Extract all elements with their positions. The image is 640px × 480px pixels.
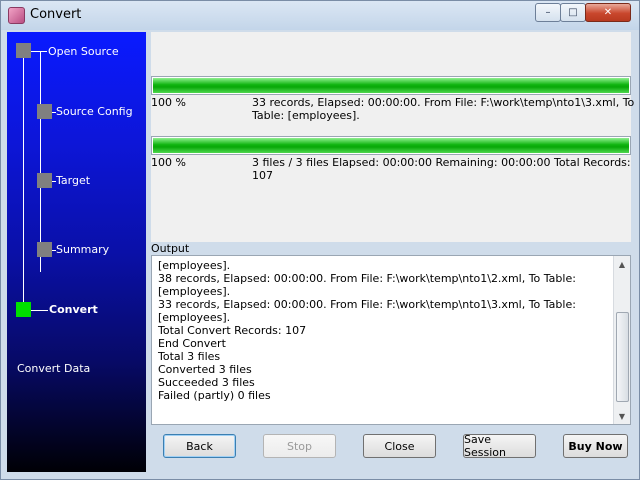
output-line: Failed (partly) 0 files xyxy=(158,389,271,402)
button-bar: Back Stop Close Save Session Buy Now xyxy=(151,426,631,472)
tree-connector xyxy=(31,51,47,52)
back-button[interactable]: Back xyxy=(163,434,236,458)
step-convert-icon xyxy=(16,302,31,317)
tree-connector xyxy=(31,310,48,311)
scroll-up-icon[interactable]: ▲ xyxy=(614,256,630,272)
save-session-button[interactable]: Save Session xyxy=(463,433,536,459)
output-line: End Convert xyxy=(158,337,226,350)
output-line: 33 records, Elapsed: 00:00:00. From File… xyxy=(158,298,576,311)
file-progress-detail-cont: Table: [employees]. xyxy=(252,109,360,122)
maximize-button[interactable]: □ xyxy=(560,3,586,22)
output-log[interactable]: [employees]. 38 records, Elapsed: 00:00:0… xyxy=(151,255,631,425)
stop-button[interactable]: Stop xyxy=(263,434,336,458)
total-progress-bar xyxy=(151,136,631,155)
maximize-icon: □ xyxy=(568,7,578,18)
title-bar[interactable]: Convert – □ ✕ xyxy=(1,1,639,30)
output-line: [employees]. xyxy=(158,259,231,272)
output-line: Total 3 files xyxy=(158,350,221,363)
total-progress-fill xyxy=(153,138,629,153)
total-progress-detail: 3 files / 3 files Elapsed: 00:00:00 Rema… xyxy=(252,156,631,169)
step-open-source[interactable]: Open Source xyxy=(48,45,119,58)
window-title: Convert xyxy=(30,7,82,22)
total-progress-percent: 100 % xyxy=(151,156,186,169)
output-line: Total Convert Records: 107 xyxy=(158,324,307,337)
step-open-source-icon xyxy=(16,43,31,58)
step-target-icon xyxy=(37,173,52,188)
output-line: [employees]. xyxy=(158,285,231,298)
app-icon[interactable] xyxy=(8,7,25,24)
output-line: Converted 3 files xyxy=(158,363,252,376)
main-panel: 100 % 33 records, Elapsed: 00:00:00. Fro… xyxy=(148,32,635,472)
step-summary[interactable]: Summary xyxy=(56,243,109,256)
scroll-down-icon[interactable]: ▼ xyxy=(614,408,630,424)
step-source-config[interactable]: Source Config xyxy=(56,105,133,118)
step-summary-icon xyxy=(37,242,52,257)
minimize-button[interactable]: – xyxy=(535,3,561,22)
close-button[interactable]: Close xyxy=(363,434,436,458)
tree-line xyxy=(23,52,24,312)
output-line: [employees]. xyxy=(158,311,231,324)
close-icon: ✕ xyxy=(603,7,613,18)
scrollbar-thumb[interactable] xyxy=(616,312,629,402)
file-progress-fill xyxy=(153,78,629,93)
progress-area: 100 % 33 records, Elapsed: 00:00:00. Fro… xyxy=(151,32,635,242)
output-scrollbar[interactable]: ▲ ▼ xyxy=(613,256,630,424)
wizard-steps-sidebar: Open Source Source Config Target Summary… xyxy=(7,32,146,472)
step-convert[interactable]: Convert xyxy=(49,303,98,316)
close-window-button[interactable]: ✕ xyxy=(585,3,631,22)
file-progress-bar xyxy=(151,76,631,95)
step-source-config-icon xyxy=(37,104,52,119)
minimize-icon: – xyxy=(545,7,551,18)
output-line: 38 records, Elapsed: 00:00:00. From File… xyxy=(158,272,576,285)
step-target[interactable]: Target xyxy=(56,174,90,187)
output-line: Succeeded 3 files xyxy=(158,376,255,389)
output-lines: [employees]. 38 records, Elapsed: 00:00:0… xyxy=(158,259,608,402)
total-progress-detail-cont: 107 xyxy=(252,169,273,182)
convert-window: Convert – □ ✕ Open Source Source Config … xyxy=(0,0,640,480)
tree-line-inner xyxy=(40,52,41,272)
buy-now-button[interactable]: Buy Now xyxy=(563,434,628,458)
output-label: Output xyxy=(151,242,190,255)
file-progress-detail: 33 records, Elapsed: 00:00:00. From File… xyxy=(252,96,635,109)
file-progress-percent: 100 % xyxy=(151,96,186,109)
section-label: Convert Data xyxy=(17,362,91,375)
